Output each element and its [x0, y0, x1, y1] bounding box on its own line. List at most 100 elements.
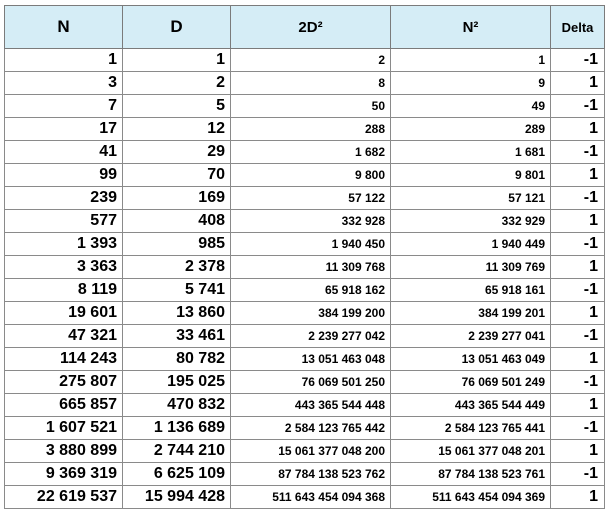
table-row: 7 5 50 49 -1 — [4, 94, 605, 118]
cell-n: 577 — [4, 209, 123, 233]
cell-n: 47 321 — [4, 324, 123, 348]
cell-d: 1 136 689 — [122, 416, 231, 440]
header-2d-squared: 2D² — [230, 5, 391, 49]
cell-d: 2 — [122, 71, 231, 95]
table-row: 9 369 319 6 625 109 87 784 138 523 762 87 7… — [4, 462, 605, 486]
cell-n: 3 880 899 — [4, 439, 123, 463]
cell-n: 1 393 — [4, 232, 123, 256]
cell-d: 15 994 428 — [122, 485, 231, 509]
cell-n: 1 — [4, 48, 123, 72]
header-n-squared: N² — [390, 5, 551, 49]
cell-delta: 1 — [550, 163, 605, 187]
cell-2d-squared: 87 784 138 523 762 — [230, 462, 391, 486]
cell-2d-squared: 288 — [230, 117, 391, 141]
cell-n-squared: 15 061 377 048 201 — [390, 439, 551, 463]
table-row: 99 70 9 800 9 801 1 — [4, 163, 605, 187]
cell-n: 19 601 — [4, 301, 123, 325]
table-row: 17 12 288 289 1 — [4, 117, 605, 141]
table-row: 8 119 5 741 65 918 162 65 918 161 -1 — [4, 278, 605, 302]
cell-delta: -1 — [550, 324, 605, 348]
cell-delta: 1 — [550, 301, 605, 325]
cell-2d-squared: 332 928 — [230, 209, 391, 233]
cell-n: 22 619 537 — [4, 485, 123, 509]
cell-d: 195 025 — [122, 370, 231, 394]
cell-n-squared: 11 309 769 — [390, 255, 551, 279]
cell-delta: 1 — [550, 393, 605, 417]
cell-n: 1 607 521 — [4, 416, 123, 440]
header-row: N D 2D² N² Delta — [4, 5, 605, 49]
cell-delta: 1 — [550, 71, 605, 95]
cell-delta: -1 — [550, 232, 605, 256]
header-delta: Delta — [550, 5, 605, 49]
cell-d: 29 — [122, 140, 231, 164]
cell-d: 408 — [122, 209, 231, 233]
cell-2d-squared: 57 122 — [230, 186, 391, 210]
cell-n-squared: 9 801 — [390, 163, 551, 187]
cell-delta: 1 — [550, 209, 605, 233]
cell-n-squared: 2 584 123 765 441 — [390, 416, 551, 440]
table-row: 577 408 332 928 332 929 1 — [4, 209, 605, 233]
table-row: 19 601 13 860 384 199 200 384 199 201 1 — [4, 301, 605, 325]
cell-n: 9 369 319 — [4, 462, 123, 486]
cell-2d-squared: 2 239 277 042 — [230, 324, 391, 348]
table-row: 32891 — [4, 71, 605, 95]
table-row: 47 321 33 461 2 239 277 042 2 239 277 041 -1 — [4, 324, 605, 348]
cell-d: 5 741 — [122, 278, 231, 302]
cell-n: 17 — [4, 117, 123, 141]
cell-2d-squared: 2 — [230, 48, 391, 72]
table-row: 275 807 195 025 76 069 501 250 76 069 501 2… — [4, 370, 605, 394]
spreadsheet-table-container: N D 2D² N² Delta 1 1 2 1 -1 3 2 8 9 1 7 5 50 49 -1 17 12… — [4, 5, 605, 509]
header-d: D — [122, 5, 231, 49]
cell-delta: 1 — [550, 347, 605, 371]
cell-delta: -1 — [550, 186, 605, 210]
table-row: 1 607 521 1 136 689 2 584 123 765 442 2 584… — [4, 416, 605, 440]
cell-d: 33 461 — [122, 324, 231, 348]
table-row: 41 29 1 682 1 681 -1 — [4, 140, 605, 164]
cell-n-squared: 332 929 — [390, 209, 551, 233]
header-n: N — [4, 5, 123, 49]
cell-d: 1 — [122, 48, 231, 72]
cell-d: 12 — [122, 117, 231, 141]
cell-2d-squared: 511 643 454 094 368 — [230, 485, 391, 509]
cell-n-squared: 289 — [390, 117, 551, 141]
cell-d: 470 832 — [122, 393, 231, 417]
cell-n-squared: 87 784 138 523 761 — [390, 462, 551, 486]
cell-2d-squared: 65 918 162 — [230, 278, 391, 302]
cell-n: 7 — [4, 94, 123, 118]
cell-n: 3 — [4, 71, 123, 95]
cell-n-squared: 1 681 — [390, 140, 551, 164]
cell-2d-squared: 15 061 377 048 200 — [230, 439, 391, 463]
cell-n-squared: 1 940 449 — [390, 232, 551, 256]
cell-n-squared: 2 239 277 041 — [390, 324, 551, 348]
table-row: 1 393 985 1 940 450 1 940 449 -1 — [4, 232, 605, 256]
cell-d: 985 — [122, 232, 231, 256]
table-row: 3 363 2 378 11 309 768 11 309 769 1 — [4, 255, 605, 279]
cell-n: 99 — [4, 163, 123, 187]
table-row: 114 243 80 782 13 051 463 048 13 051 463 04… — [4, 347, 605, 371]
cell-delta: 1 — [550, 255, 605, 279]
table-row: 239 169 57 122 57 121 -1 — [4, 186, 605, 210]
cell-d: 169 — [122, 186, 231, 210]
cell-n: 239 — [4, 186, 123, 210]
table-row: 665 857 470 832 443 365 544 448 443 365 544… — [4, 393, 605, 417]
cell-delta: -1 — [550, 140, 605, 164]
cell-n-squared: 65 918 161 — [390, 278, 551, 302]
cell-delta: -1 — [550, 416, 605, 440]
cell-d: 2 378 — [122, 255, 231, 279]
cell-delta: -1 — [550, 94, 605, 118]
table-row: 1 1 2 1 -1 — [4, 48, 605, 72]
cell-2d-squared: 13 051 463 048 — [230, 347, 391, 371]
table-body: 1 1 2 1 -1 3 2 8 9 1 7 5 50 49 -1 17 12 288 289 1 41 29 1 682 1… — [4, 48, 605, 509]
cell-n-squared: 443 365 544 449 — [390, 393, 551, 417]
cell-d: 2 744 210 — [122, 439, 231, 463]
cell-delta: 1 — [550, 439, 605, 463]
cell-delta: -1 — [550, 462, 605, 486]
cell-2d-squared: 8 — [230, 71, 391, 95]
cell-n: 114 243 — [4, 347, 123, 371]
cell-delta: -1 — [550, 48, 605, 72]
cell-n: 275 807 — [4, 370, 123, 394]
table-row: 22 619 537 15 994 428 511 643 454 094 368 5… — [4, 485, 605, 509]
cell-2d-squared: 1 940 450 — [230, 232, 391, 256]
cell-d: 5 — [122, 94, 231, 118]
cell-n-squared: 384 199 201 — [390, 301, 551, 325]
